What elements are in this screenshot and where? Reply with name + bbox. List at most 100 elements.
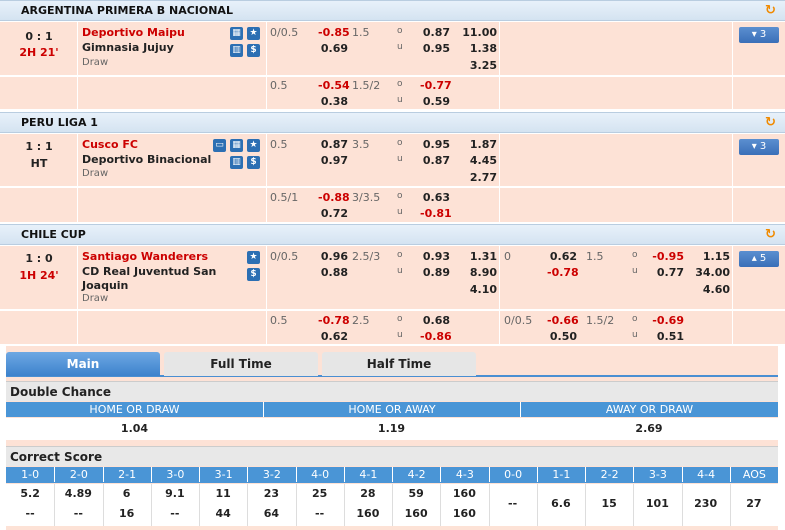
1x2-away-odds[interactable]: 8.90 [462,266,497,279]
away-team[interactable]: CD Real Juventud San [82,265,216,278]
tab-full-time[interactable]: Full Time [164,352,318,376]
away-team[interactable]: Gimnasia Jujuy [82,41,174,54]
cs-odds-2-2[interactable]: 15 [585,497,633,510]
cs-odds-3-0-alt[interactable]: -- [151,507,199,520]
bet-dollar-icon[interactable]: $ [247,44,260,57]
stats-chart-icon[interactable]: ▥ [230,156,243,169]
1x2-draw-odds[interactable]: 3.25 [462,59,497,72]
fh-handicap-away-odds[interactable]: -0.78 [547,266,579,279]
fh-1x2-away-odds[interactable]: 34.00 [692,266,730,279]
over-odds[interactable]: 0.68 [420,314,450,327]
cs-odds-2-0-main[interactable]: 4.89 [54,487,102,500]
fh-handicap-home-odds[interactable]: -0.66 [547,314,579,327]
cs-odds-1-0-alt[interactable]: -- [6,507,54,520]
cs-odds-1-1[interactable]: 6.6 [537,497,585,510]
handicap-away-odds[interactable]: 0.38 [318,95,348,108]
refresh-icon[interactable]: ↻ [765,228,778,241]
cs-odds-4-4[interactable]: 230 [682,497,730,510]
league-header-chile[interactable]: CHILE CUP ↻ [0,224,785,245]
scoreboard-icon[interactable]: ▦ [230,139,243,152]
cs-odds-4-0-alt[interactable]: -- [296,507,344,520]
cs-odds-4-2-alt[interactable]: 160 [392,507,440,520]
fh-handicap-away-odds[interactable]: 0.50 [547,330,577,343]
handicap-home-odds[interactable]: -0.78 [318,314,350,327]
favorite-star-icon[interactable]: ★ [247,139,260,152]
handicap-home-odds[interactable]: -0.54 [318,79,350,92]
cs-odds-4-2-main[interactable]: 59 [392,487,440,500]
favorite-star-icon[interactable]: ★ [247,27,260,40]
cs-odds-2-1-main[interactable]: 6 [103,487,151,500]
1x2-home-odds[interactable]: 1.31 [462,250,497,263]
league-header-peru[interactable]: PERU LIGA 1 ↻ [0,112,785,133]
handicap-home-odds[interactable]: -0.85 [318,26,350,39]
over-odds[interactable]: 0.93 [420,250,450,263]
stats-chart-icon[interactable]: ▥ [230,44,243,57]
bet-dollar-icon[interactable]: $ [247,268,260,281]
fh-under-odds[interactable]: 0.51 [652,330,684,343]
more-markets-button[interactable]: ▾ 3 [739,27,779,43]
1x2-draw-odds[interactable]: 2.77 [462,171,497,184]
scoreboard-icon[interactable]: ▦ [230,27,243,40]
under-odds[interactable]: -0.81 [420,207,452,220]
dc-home-away-odds[interactable]: 1.19 [263,422,520,435]
cs-odds-2-1-alt[interactable]: 16 [103,507,151,520]
tab-main[interactable]: Main [6,352,160,376]
handicap-away-odds[interactable]: 0.72 [318,207,348,220]
cs-odds-1-0-main[interactable]: 5.2 [6,487,54,500]
handicap-away-odds[interactable]: 0.69 [318,42,348,55]
handicap-away-odds[interactable]: 0.62 [318,330,348,343]
fh-handicap-home-odds[interactable]: 0.62 [547,250,577,263]
cs-odds-3-2-alt[interactable]: 64 [247,507,295,520]
cs-odds-4-3-alt[interactable]: 160 [440,507,488,520]
refresh-icon[interactable]: ↻ [765,4,778,17]
1x2-away-odds[interactable]: 1.38 [462,42,497,55]
handicap-home-odds[interactable]: 0.96 [318,250,348,263]
more-markets-button[interactable]: ▾ 3 [739,139,779,155]
tv-live-icon[interactable]: ▭ [213,139,226,152]
fh-over-odds[interactable]: -0.95 [652,250,684,263]
home-team[interactable]: Cusco FC [82,138,138,151]
fh-1x2-home-odds[interactable]: 1.15 [692,250,730,263]
away-team[interactable]: Deportivo Binacional [82,153,211,166]
dc-away-draw-odds[interactable]: 2.69 [520,422,778,435]
fh-1x2-draw-odds[interactable]: 4.60 [692,283,730,296]
under-odds[interactable]: 0.95 [420,42,450,55]
handicap-away-odds[interactable]: 0.97 [318,154,348,167]
handicap-home-odds[interactable]: -0.88 [318,191,350,204]
over-odds[interactable]: -0.77 [420,79,452,92]
1x2-away-odds[interactable]: 4.45 [462,154,497,167]
cs-odds-2-0-alt[interactable]: -- [54,507,102,520]
under-odds[interactable]: 0.87 [420,154,450,167]
home-team[interactable]: Santiago Wanderers [82,250,208,263]
cs-odds-4-1-alt[interactable]: 160 [344,507,392,520]
cs-odds-4-1-main[interactable]: 28 [344,487,392,500]
1x2-home-odds[interactable]: 1.87 [462,138,497,151]
more-markets-button[interactable]: ▴ 5 [739,251,779,267]
under-odds[interactable]: -0.86 [420,330,452,343]
cs-odds-3-0-main[interactable]: 9.1 [151,487,199,500]
cs-odds-aos[interactable]: 27 [730,497,778,510]
home-team[interactable]: Deportivo Maipu [82,26,185,39]
fh-under-odds[interactable]: 0.77 [652,266,684,279]
over-odds[interactable]: 0.63 [420,191,450,204]
favorite-star-icon[interactable]: ★ [247,251,260,264]
under-odds[interactable]: 0.89 [420,266,450,279]
1x2-draw-odds[interactable]: 4.10 [462,283,497,296]
handicap-home-odds[interactable]: 0.87 [318,138,348,151]
cs-odds-0-0[interactable]: -- [489,497,537,510]
cs-odds-3-2-main[interactable]: 23 [247,487,295,500]
bet-dollar-icon[interactable]: $ [247,156,260,169]
1x2-home-odds[interactable]: 11.00 [462,26,497,39]
away-team-cont[interactable]: Joaquin [82,279,128,292]
cs-odds-3-1-alt[interactable]: 44 [199,507,247,520]
cs-odds-4-0-main[interactable]: 25 [296,487,344,500]
cs-odds-3-3[interactable]: 101 [633,497,681,510]
over-odds[interactable]: 0.87 [420,26,450,39]
cs-odds-3-1-main[interactable]: 11 [199,487,247,500]
dc-home-draw-odds[interactable]: 1.04 [6,422,263,435]
league-header-argentina[interactable]: ARGENTINA PRIMERA B NACIONAL ↻ [0,0,785,21]
tab-half-time[interactable]: Half Time [322,352,476,376]
refresh-icon[interactable]: ↻ [765,116,778,129]
fh-over-odds[interactable]: -0.69 [652,314,684,327]
handicap-away-odds[interactable]: 0.88 [318,266,348,279]
